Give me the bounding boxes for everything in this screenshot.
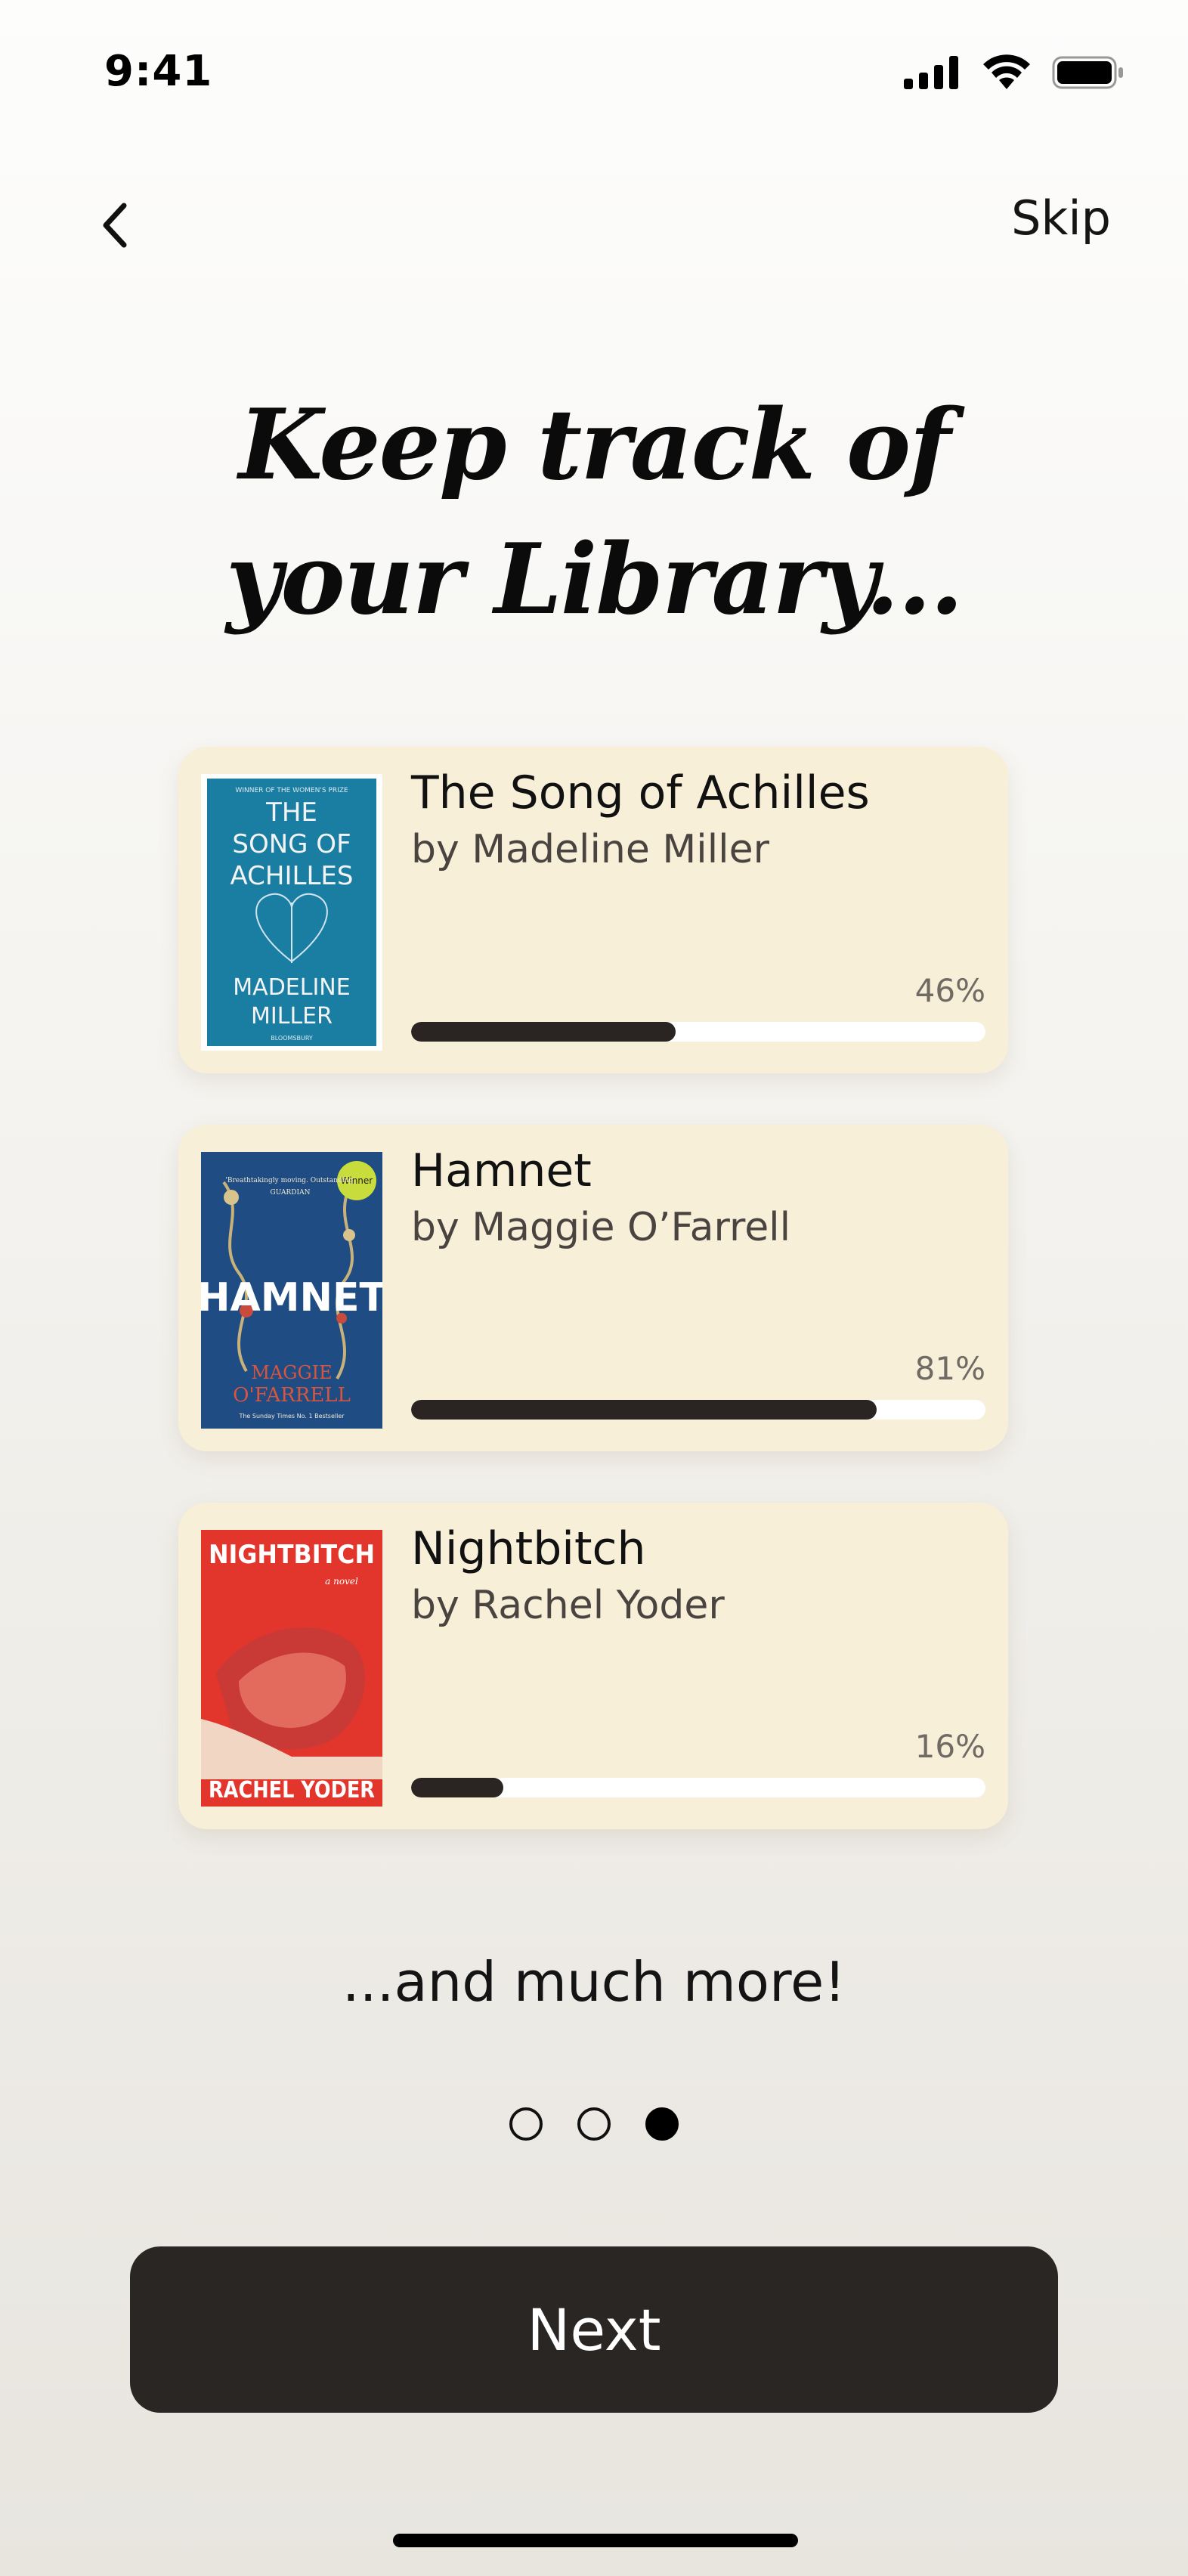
svg-text:The Sunday Times No. 1 Bestsel: The Sunday Times No. 1 Bestseller [238, 1413, 345, 1420]
svg-text:HAMNET: HAMNET [201, 1275, 382, 1321]
book-title: The Song of Achilles [411, 766, 870, 819]
svg-text:SONG OF: SONG OF [232, 829, 351, 859]
status-bar: 9:41 [0, 0, 1188, 151]
book-card-hamnet[interactable]: Winner 'Breathtakingly moving. Outstandi… [178, 1125, 1008, 1451]
progress-percent: 81% [914, 1350, 985, 1387]
book-card-song-of-achilles[interactable]: WINNER OF THE WOMEN'S PRIZE THE SONG OF … [178, 747, 1008, 1073]
book-list: WINNER OF THE WOMEN'S PRIZE THE SONG OF … [178, 747, 1008, 1881]
more-text: ...and much more! [342, 1950, 846, 2014]
svg-text:MAGGIE: MAGGIE [251, 1362, 332, 1383]
pagination-dots [0, 2107, 1188, 2141]
progress-bar [411, 1022, 985, 1042]
page-dot-3[interactable] [645, 2107, 679, 2141]
progress-fill [411, 1022, 676, 1042]
progress-percent: 46% [914, 972, 985, 1009]
progress-percent: 16% [914, 1728, 985, 1765]
book-cover-hamnet: Winner 'Breathtakingly moving. Outstandi… [201, 1152, 382, 1429]
home-indicator [393, 2534, 798, 2547]
chevron-left-icon [100, 201, 130, 252]
svg-text:THE: THE [265, 797, 317, 828]
page-title-line-2: your Library... [225, 523, 964, 636]
book-cover-song-of-achilles: WINNER OF THE WOMEN'S PRIZE THE SONG OF … [201, 774, 382, 1051]
svg-text:MADELINE: MADELINE [233, 974, 350, 1001]
book-title: Nightbitch [411, 1522, 646, 1575]
svg-text:GUARDIAN: GUARDIAN [271, 1189, 311, 1197]
wifi-icon [981, 54, 1032, 91]
svg-text:a novel: a novel [325, 1576, 358, 1587]
progress-bar [411, 1400, 985, 1420]
cellular-signal-icon [904, 56, 961, 89]
status-icons [904, 54, 1125, 91]
svg-text:O'FARRELL: O'FARRELL [233, 1384, 351, 1407]
book-cover-nightbitch: NIGHTBITCH a novel RACHEL YODER [201, 1530, 382, 1807]
book-cover-art: Winner 'Breathtakingly moving. Outstandi… [201, 1152, 382, 1429]
progress-fill [411, 1400, 877, 1420]
next-button[interactable]: Next [130, 2246, 1058, 2413]
book-author: by Rachel Yoder [411, 1583, 725, 1628]
svg-text:NIGHTBITCH: NIGHTBITCH [209, 1540, 375, 1570]
page-dot-1[interactable] [509, 2107, 543, 2141]
skip-button[interactable]: Skip [1011, 190, 1111, 246]
book-title: Hamnet [411, 1144, 592, 1197]
page-title: Keep track of your Library... [0, 378, 1188, 647]
battery-icon [1052, 55, 1125, 90]
page-dot-2[interactable] [577, 2107, 611, 2141]
svg-text:ACHILLES: ACHILLES [230, 861, 354, 891]
svg-text:MILLER: MILLER [251, 1003, 333, 1029]
back-button[interactable] [85, 189, 145, 265]
svg-text:WINNER OF THE WOMEN'S PRIZE: WINNER OF THE WOMEN'S PRIZE [235, 787, 348, 794]
progress-fill [411, 1778, 503, 1797]
book-author: by Madeline Miller [411, 827, 769, 872]
book-card-nightbitch[interactable]: NIGHTBITCH a novel RACHEL YODER Nightbit… [178, 1503, 1008, 1829]
book-cover-art: WINNER OF THE WOMEN'S PRIZE THE SONG OF … [201, 774, 382, 1051]
progress-bar [411, 1778, 985, 1797]
svg-text:RACHEL YODER: RACHEL YODER [209, 1777, 375, 1804]
status-time: 9:41 [104, 47, 213, 96]
book-author: by Maggie O’Farrell [411, 1205, 791, 1250]
book-cover-art: NIGHTBITCH a novel RACHEL YODER [201, 1530, 382, 1807]
page-title-line-1: Keep track of [238, 389, 951, 502]
svg-text:'Breathtakingly moving. Outsta: 'Breathtakingly moving. Outstanding' [225, 1177, 354, 1184]
svg-text:BLOOMSBURY: BLOOMSBURY [271, 1035, 313, 1042]
